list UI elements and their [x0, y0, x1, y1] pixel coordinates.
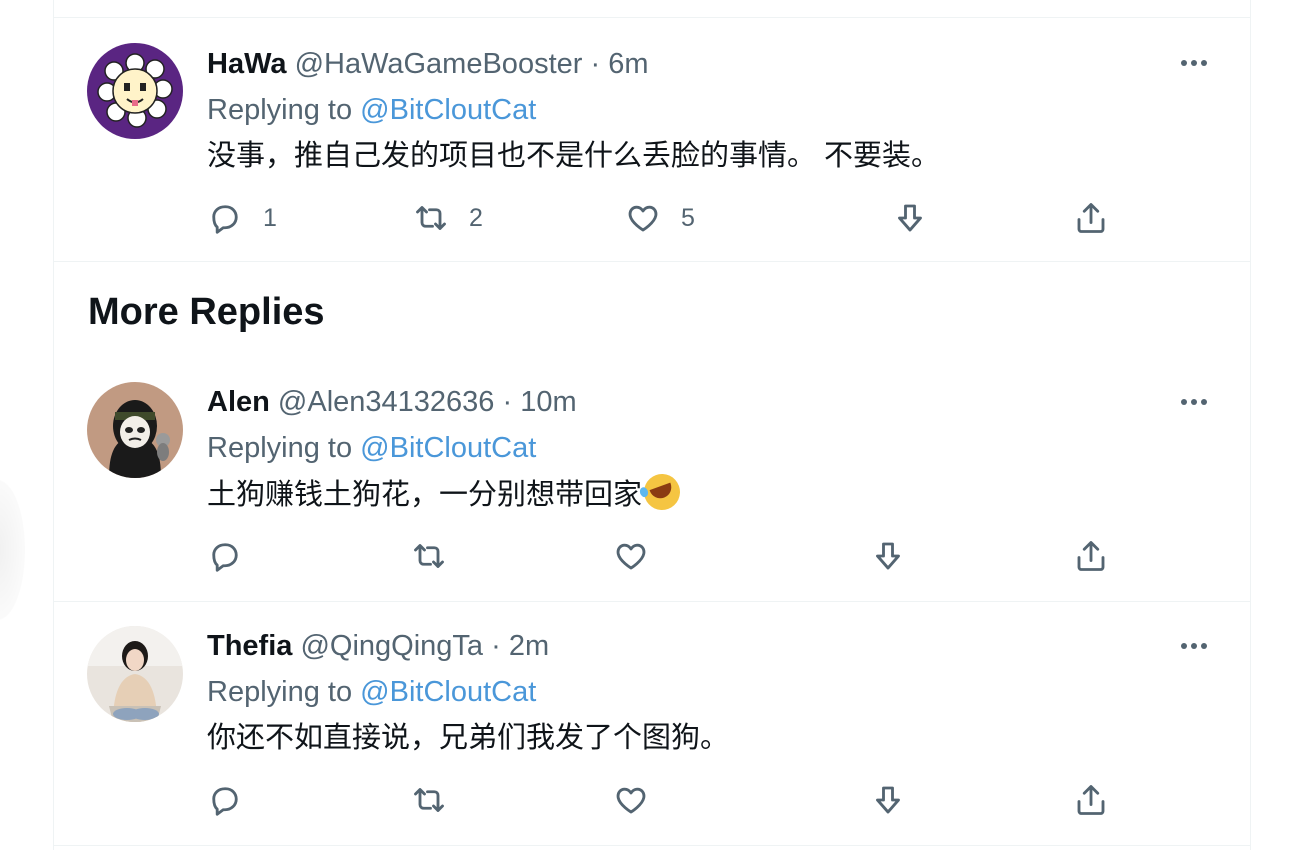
mention-link[interactable]: @BitCloutCat	[360, 432, 536, 464]
more-dot	[1201, 643, 1207, 649]
reply-button[interactable]	[207, 778, 243, 822]
tweet-alen[interactable]: Alen @Alen34132636 · 10m Replying to @Bi…	[54, 360, 1250, 602]
tweet-hawa[interactable]: HaWa @HaWaGameBooster · 6m Replying to @…	[54, 17, 1250, 262]
retweet-icon	[414, 544, 444, 568]
mention-link[interactable]: @BitCloutCat	[360, 676, 536, 708]
heart-icon	[628, 205, 658, 232]
reply-icon	[212, 543, 238, 572]
tweet-text: 你还不如直接说，兄弟们我发了个图狗。	[207, 722, 730, 754]
more-horizontal-icon	[1181, 60, 1187, 66]
tweet-header: Alen @Alen34132636 · 10m	[207, 382, 1210, 422]
retweet-icon	[414, 788, 444, 812]
more-dot	[1201, 60, 1207, 66]
share-icon	[1077, 785, 1105, 815]
avatar[interactable]	[87, 626, 183, 722]
more-options-button[interactable]	[1176, 384, 1212, 420]
tweet-actions	[207, 778, 1105, 822]
tweet-content: Thefia @QingQingTa · 2m Replying to @Bit…	[207, 626, 1210, 758]
user-handle[interactable]: @Alen34132636	[278, 386, 495, 418]
tweet-text: 土狗赚钱土狗花，一分别想带回家	[207, 468, 1210, 516]
background-shadow	[0, 480, 25, 620]
tweet-header: Thefia @QingQingTa · 2m	[207, 626, 1210, 666]
downvote-icon	[876, 786, 900, 814]
rolling-on-floor-laughing-icon	[638, 468, 686, 516]
more-dot	[1191, 399, 1197, 405]
display-name[interactable]: Thefia	[207, 630, 292, 662]
reply-button[interactable]	[207, 534, 243, 578]
heart-icon	[616, 543, 646, 570]
replying-to: Replying to @BitCloutCat	[207, 672, 1210, 712]
tweet-text-content: 土狗赚钱土狗花，一分别想带回家	[207, 479, 643, 511]
separator: ·	[590, 48, 601, 80]
more-options-button[interactable]	[1176, 628, 1212, 664]
tweet-thefia[interactable]: Thefia @QingQingTa · 2m Replying to @Bit…	[54, 602, 1250, 846]
share-icon	[1077, 203, 1105, 233]
user-handle[interactable]: @HaWaGameBooster	[295, 48, 583, 80]
more-horizontal-icon	[1181, 399, 1187, 405]
replying-prefix: Replying to	[207, 94, 361, 126]
retweet-button[interactable]: 2	[413, 196, 483, 240]
separator: ·	[491, 630, 501, 662]
like-count: 5	[681, 203, 695, 232]
downvote-button[interactable]	[892, 196, 928, 240]
share-icon	[1077, 541, 1105, 571]
replying-prefix: Replying to	[207, 432, 361, 464]
share-button[interactable]	[1073, 534, 1109, 578]
more-dot	[1191, 643, 1197, 649]
tweet-actions	[207, 534, 1105, 578]
reply-icon	[212, 205, 238, 234]
like-button[interactable]	[613, 778, 649, 822]
reply-count: 1	[263, 203, 277, 232]
downvote-icon	[898, 204, 922, 232]
more-horizontal-icon	[1181, 643, 1187, 649]
timestamp[interactable]: 6m	[608, 48, 648, 80]
share-button[interactable]	[1073, 196, 1109, 240]
separator: ·	[502, 386, 513, 418]
downvote-button[interactable]	[870, 778, 906, 822]
display-name[interactable]: Alen	[207, 386, 270, 418]
tweet-actions: 1 2 5	[207, 196, 1105, 240]
tweet-content: HaWa @HaWaGameBooster · 6m Replying to @…	[207, 44, 1210, 176]
like-button[interactable]: 5	[625, 196, 695, 240]
replying-to: Replying to @BitCloutCat	[207, 428, 1210, 468]
timestamp[interactable]: 10m	[520, 386, 576, 418]
user-handle[interactable]: @QingQingTa	[300, 630, 483, 662]
avatar[interactable]	[87, 43, 183, 139]
like-button[interactable]	[613, 534, 649, 578]
retweet-count: 2	[469, 203, 483, 232]
display-name[interactable]: HaWa	[207, 48, 287, 80]
share-button[interactable]	[1073, 778, 1109, 822]
heart-icon	[616, 787, 646, 814]
avatar[interactable]	[87, 382, 183, 478]
mention-link[interactable]: @BitCloutCat	[360, 94, 536, 126]
reply-icon	[212, 787, 238, 816]
tweet-header: HaWa @HaWaGameBooster · 6m	[207, 44, 1210, 84]
retweet-icon	[416, 206, 446, 230]
downvote-button[interactable]	[870, 534, 906, 578]
retweet-button[interactable]	[411, 534, 447, 578]
replying-prefix: Replying to	[207, 676, 361, 708]
more-dot	[1191, 60, 1197, 66]
timestamp[interactable]: 2m	[509, 630, 549, 662]
downvote-icon	[876, 542, 900, 570]
reply-timeline: HaWa @HaWaGameBooster · 6m Replying to @…	[53, 0, 1251, 850]
more-options-button[interactable]	[1176, 45, 1212, 81]
replying-to: Replying to @BitCloutCat	[207, 90, 1210, 130]
section-title: More Replies	[88, 291, 325, 333]
retweet-button[interactable]	[411, 778, 447, 822]
reply-button[interactable]: 1	[207, 196, 277, 240]
more-dot	[1201, 399, 1207, 405]
tweet-content: Alen @Alen34132636 · 10m Replying to @Bi…	[207, 382, 1210, 516]
tweet-text: 没事，推自己发的项目也不是什么丢脸的事情。 不要装。	[207, 140, 941, 172]
